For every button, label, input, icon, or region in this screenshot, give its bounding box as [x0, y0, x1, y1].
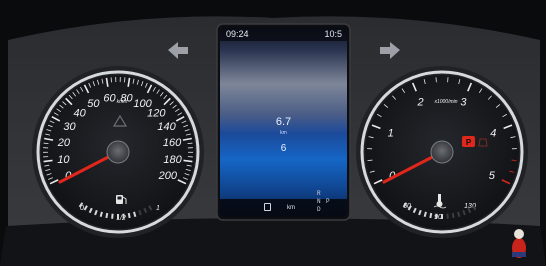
rpm-minor-tick	[511, 159, 517, 162]
rpm-tick-label: 1	[388, 127, 394, 139]
speedometer: 010203040506080100120140160180200 km/h 0…	[32, 66, 204, 238]
central-display: 09:24 10:5 6.7 km 6 km	[220, 27, 347, 217]
gear-letter: R	[317, 190, 321, 197]
speed-tick-label: 140	[157, 121, 176, 133]
speed-tick-label: 30	[63, 121, 76, 133]
temp-bar	[429, 212, 433, 219]
speed-tick-label: 40	[74, 108, 87, 120]
speed-major-tick	[183, 159, 193, 163]
speed-major-tick	[43, 159, 53, 163]
speed-tick-label: 50	[87, 98, 100, 110]
fuel-bar	[133, 211, 137, 217]
speed-tick-label: 200	[158, 170, 178, 182]
gear-letter: D	[317, 206, 321, 213]
tachometer-hub	[430, 140, 454, 164]
rpm-tick-label: 3	[460, 96, 467, 108]
gear-letter: N	[317, 198, 321, 205]
range-unit: km	[287, 205, 295, 211]
rpm-tick-label: 5	[489, 170, 496, 182]
trip-value: 6.7	[275, 116, 292, 128]
speed-unit: km/h	[117, 99, 128, 105]
fuel-bar	[105, 212, 109, 219]
svg-text:P: P	[466, 138, 472, 147]
fuel-small-icon	[264, 203, 271, 211]
clock-secondary: 10:5	[324, 29, 342, 39]
toy-figure	[512, 229, 526, 258]
rpm-tick-label: 2	[416, 96, 423, 108]
tachometer: 012345 x1000/min P 50 90 130	[356, 66, 528, 238]
speed-tick-label: 10	[57, 154, 70, 166]
rpm-minor-tick	[367, 159, 373, 162]
gear-letter-park: P	[326, 198, 330, 205]
secondary-value: 6	[280, 143, 287, 154]
temp-bar	[451, 212, 455, 219]
temp-bar	[457, 211, 461, 217]
temp-bar	[423, 211, 427, 217]
speed-tick-label: 180	[163, 154, 182, 166]
trip-unit: km	[280, 130, 287, 136]
speedometer-hub	[106, 140, 130, 164]
gear-selector: RNDP	[317, 190, 330, 214]
fuel-bar	[99, 211, 103, 217]
fuel-bar	[127, 212, 131, 219]
speed-tick-label: 20	[57, 137, 71, 149]
speed-tick-label: 120	[147, 108, 166, 120]
parking-brake-icon: P	[462, 136, 475, 147]
speed-tick-label: 160	[163, 137, 182, 149]
fuel-full-label: 1	[156, 205, 160, 212]
instrument-cluster: 010203040506080100120140160180200 km/h 0…	[0, 0, 546, 266]
clock: 09:24	[226, 29, 249, 39]
speed-tick-label: 60	[103, 93, 116, 105]
tach-unit: x1000/min	[433, 99, 457, 105]
rpm-tick-label: 4	[490, 127, 496, 139]
